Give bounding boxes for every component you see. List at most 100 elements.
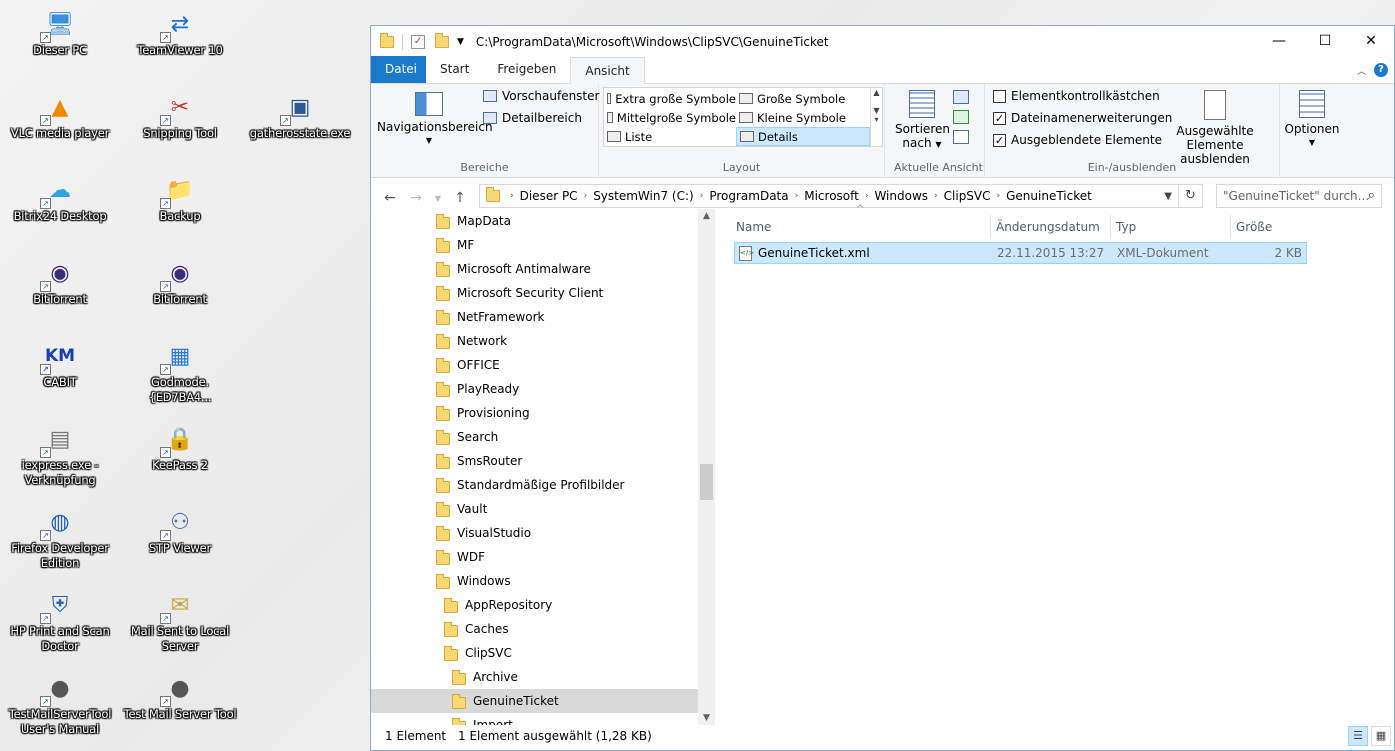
desktop-shortcut[interactable]: ✂ ↗ Snipping Tool [121, 90, 239, 141]
tree-item[interactable]: Archive [371, 665, 698, 689]
tree-item[interactable]: WDF [371, 545, 698, 569]
search-input[interactable]: "GenuineTicket" durch... ⌕ [1216, 184, 1382, 208]
hidden-items-toggle[interactable]: ✓ Ausgeblendete Elemente [993, 133, 1162, 147]
forward-arrow-icon[interactable]: → [405, 190, 427, 206]
desktop-shortcut[interactable]: ◉ ↗ BitTorrent [121, 256, 239, 307]
options-button[interactable]: Optionen ▼ [1282, 90, 1342, 150]
tree-item[interactable]: MapData [371, 209, 698, 233]
chevron-right-icon[interactable]: › [995, 191, 1003, 201]
desktop-shortcut[interactable]: ◉ ↗ BitTorrent [1, 256, 119, 307]
preview-pane-button[interactable]: Vorschaufenster [483, 89, 599, 103]
layout-extra-large-icons[interactable]: Extra große Symbole [604, 89, 736, 108]
tree-item[interactable]: Caches [371, 617, 698, 641]
tree-item[interactable]: GenuineTicket [371, 689, 698, 713]
tree-item[interactable]: VisualStudio [371, 521, 698, 545]
desktop-shortcut[interactable]: ▦ ↗ Godmode.{ED7BA4... [121, 339, 239, 405]
properties-icon[interactable]: ✓ [411, 34, 425, 49]
column-header-size[interactable]: Größe [1231, 215, 1307, 239]
breadcrumb-item[interactable]: SystemWin7 (C:) [589, 189, 698, 203]
size-columns-icon[interactable] [953, 130, 969, 144]
chevron-right-icon[interactable]: › [932, 191, 940, 201]
breadcrumb-item[interactable]: Windows [870, 189, 932, 203]
chevron-right-icon[interactable]: › [863, 191, 871, 201]
collapse-ribbon-icon[interactable]: ︿ [1357, 64, 1366, 77]
desktop-shortcut[interactable]: ▲ ↗ VLC media player [1, 90, 119, 141]
desktop-shortcut[interactable]: ▣ ↗ gatherosstate.exe [241, 90, 359, 141]
desktop-shortcut[interactable]: ⛨ ↗ HP Print and Scan Doctor [1, 588, 119, 654]
chevron-down-icon[interactable]: ▼ [457, 37, 464, 47]
maximize-button[interactable]: ☐ [1302, 26, 1348, 56]
breadcrumb-item[interactable]: ClipSVC [940, 189, 995, 203]
breadcrumb-item[interactable]: GenuineTicket [1002, 189, 1096, 203]
tab-ansicht[interactable]: Ansicht [570, 57, 645, 84]
tree-item[interactable]: PlayReady [371, 377, 698, 401]
chevron-right-icon[interactable]: › [698, 191, 706, 201]
refresh-icon[interactable]: ↻ [1178, 185, 1202, 207]
add-columns-icon[interactable] [953, 110, 969, 124]
address-bar[interactable]: › Dieser PC › SystemWin7 (C:) › ProgramD… [479, 184, 1203, 208]
details-pane-button[interactable]: Detailbereich [483, 111, 582, 125]
tree-item[interactable]: Provisioning [371, 401, 698, 425]
close-button[interactable]: ✕ [1348, 26, 1394, 56]
tree-item[interactable]: OFFICE [371, 353, 698, 377]
tab-freigeben[interactable]: Freigeben [483, 56, 570, 83]
scroll-thumb[interactable] [700, 464, 713, 500]
up-arrow-icon[interactable]: ↑ [449, 190, 471, 206]
layout-medium-icons[interactable]: Mittelgroße Symbole [604, 108, 736, 127]
checkbox-checked[interactable]: ✓ [993, 111, 1006, 125]
tree-item[interactable]: Search [371, 425, 698, 449]
tree-item[interactable]: Standardmäßige Profilbilder [371, 473, 698, 497]
desktop-shortcut[interactable]: ⇄ ↗ TeamViewer 10 [121, 7, 239, 58]
tree-item[interactable]: Microsoft Security Client [371, 281, 698, 305]
group-by-icon[interactable] [953, 90, 969, 104]
recent-locations-icon[interactable]: ▼ [427, 194, 449, 203]
desktop-shortcut[interactable]: ⚇ ↗ STP Viewer [121, 505, 239, 556]
tree-item[interactable]: AppRepository [371, 593, 698, 617]
tree-item[interactable]: Network [371, 329, 698, 353]
column-header-date[interactable]: Änderungsdatum [991, 215, 1111, 239]
desktop-shortcut[interactable]: ✉ ↗ Mail Sent to Local Server [121, 588, 239, 654]
large-icons-view-icon[interactable]: ▦ [1371, 726, 1391, 746]
file-row[interactable]: </> GenuineTicket.xml 22.11.2015 13:27 X… [734, 242, 1307, 264]
scroll-up-icon[interactable]: ▲ [698, 211, 715, 221]
tree-item[interactable]: SmsRouter [371, 449, 698, 473]
chevron-right-icon[interactable]: › [508, 191, 516, 201]
column-header-type[interactable]: Typ [1111, 215, 1231, 239]
address-dropdown-icon[interactable]: ▼ [1164, 191, 1172, 202]
layout-details[interactable]: Details [736, 127, 870, 146]
sort-by-button[interactable]: Sortieren nach ▼ [895, 90, 950, 152]
desktop-shortcut[interactable]: ☁ ↗ Bitrix24 Desktop [1, 173, 119, 224]
checkbox-checked[interactable]: ✓ [993, 133, 1006, 147]
tree-item[interactable]: ClipSVC [371, 641, 698, 665]
tree-item[interactable]: Windows [371, 569, 698, 593]
new-folder-icon[interactable] [435, 32, 449, 48]
layout-small-icons[interactable]: Kleine Symbole [736, 108, 870, 127]
desktop-shortcut[interactable]: ● ↗ TestMailServerTool User's Manual [1, 671, 119, 737]
layout-large-icons[interactable]: Große Symbole [736, 89, 870, 108]
item-checkboxes-toggle[interactable]: Elementkontrollkästchen [993, 89, 1160, 103]
chevron-right-icon[interactable]: › [582, 191, 590, 201]
help-icon[interactable]: ? [1374, 63, 1388, 77]
breadcrumb-item[interactable]: Dieser PC [516, 189, 582, 203]
gallery-scrollbar[interactable]: ▲ ▼ ▾ [870, 88, 882, 148]
minimize-button[interactable]: — [1256, 26, 1302, 56]
layout-list[interactable]: Liste [604, 127, 736, 146]
tree-item[interactable]: Vault [371, 497, 698, 521]
desktop-shortcut[interactable]: ▤ ↗ iexpress.exe - Verknüpfung [1, 422, 119, 488]
desktop-shortcut[interactable]: KM ↗ CABIT [1, 339, 119, 390]
navigation-scrollbar[interactable]: ▲ ▼ [698, 209, 715, 725]
checkbox[interactable] [993, 89, 1006, 103]
back-arrow-icon[interactable]: ← [379, 190, 401, 206]
tree-item[interactable]: Microsoft Antimalware [371, 257, 698, 281]
tree-item[interactable]: NetFramework [371, 305, 698, 329]
search-icon[interactable]: ⌕ [1368, 185, 1375, 207]
column-header-name[interactable]: Name [731, 215, 991, 239]
desktop-shortcut[interactable]: ◍ ↗ Firefox Developer Edition [1, 505, 119, 571]
details-view-icon[interactable]: ☰ [1348, 726, 1368, 746]
breadcrumb-item[interactable]: ProgramData [705, 189, 792, 203]
desktop-shortcut[interactable]: 📁 ↗ Backup [121, 173, 239, 224]
desktop-shortcut[interactable]: 🖥 ↗ Dieser PC [1, 7, 119, 58]
scroll-down-icon[interactable]: ▼ [698, 713, 715, 723]
desktop-shortcut[interactable]: ● ↗ Test Mail Server Tool [121, 671, 239, 722]
chevron-right-icon[interactable]: › [793, 191, 801, 201]
